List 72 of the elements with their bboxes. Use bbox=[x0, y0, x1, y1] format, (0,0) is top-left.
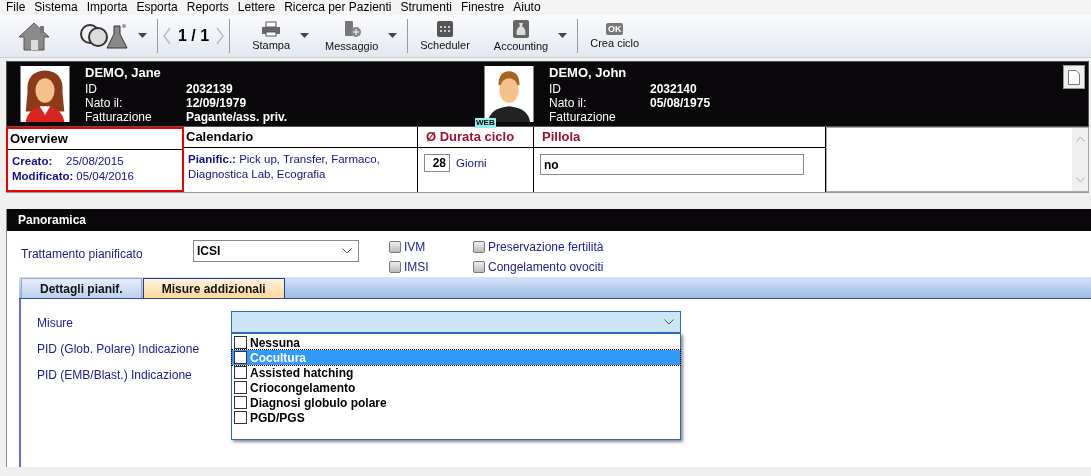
panel-title: Panoramica bbox=[7, 209, 1091, 231]
toolbar-button[interactable]: OK Crea ciclo bbox=[582, 23, 648, 49]
field-value: 05/04/2016 bbox=[76, 169, 134, 184]
field-label: ID bbox=[549, 82, 562, 96]
section-title: Calendario bbox=[184, 127, 417, 148]
menu-item[interactable]: Esporta bbox=[134, 0, 185, 15]
field-value: 2032140 bbox=[650, 82, 697, 96]
menu-item[interactable]: Ricerca per Pazienti bbox=[282, 0, 399, 15]
caret-icon[interactable] bbox=[300, 33, 310, 39]
field-value: 25/08/2015 bbox=[66, 154, 124, 169]
field-label: Trattamento pianificato bbox=[21, 247, 144, 261]
field-label: Misure bbox=[37, 316, 74, 332]
printer-icon[interactable] bbox=[261, 21, 282, 37]
treatment-dropdown[interactable]: ICSI bbox=[193, 240, 359, 262]
schedule-text: Pianific.: Pick up, Transfer, Farmaco, Diagnostica Lab, Ecografia bbox=[188, 152, 381, 182]
toolbar-button[interactable]: Scheduler bbox=[412, 21, 478, 51]
field-value: 05/08/1975 bbox=[650, 96, 711, 110]
menu-item[interactable]: File bbox=[4, 0, 33, 15]
field-label: ID bbox=[85, 82, 98, 96]
field-label: Modificato: bbox=[12, 169, 74, 184]
field-value: 12/09/1979 bbox=[186, 96, 247, 110]
caret-icon[interactable] bbox=[388, 33, 398, 39]
list-item[interactable]: Criocongelamento bbox=[232, 380, 680, 395]
document-button[interactable] bbox=[1063, 65, 1085, 89]
caret-icon[interactable] bbox=[558, 33, 568, 39]
list-item[interactable]: PGD/PGS bbox=[232, 410, 680, 425]
toolbar-button[interactable]: Stampa bbox=[244, 21, 299, 51]
web-badge: WEB bbox=[475, 118, 496, 128]
menu-item[interactable]: Strumenti bbox=[398, 0, 459, 15]
home-icon[interactable] bbox=[16, 20, 52, 52]
chevron-down-icon[interactable] bbox=[664, 319, 674, 325]
pill-field[interactable]: no bbox=[540, 154, 804, 175]
field-value: Pagante/ass. priv. bbox=[186, 110, 288, 124]
field-value: 2032139 bbox=[186, 82, 233, 96]
menu-item[interactable]: Aiuto bbox=[511, 0, 548, 15]
list-item[interactable]: Nessuna bbox=[232, 335, 680, 350]
field-label: PID (EMB/Blast.) Indicazione bbox=[37, 368, 193, 384]
toolbar-button[interactable]: Accounting bbox=[485, 20, 557, 52]
measures-dropdown[interactable] bbox=[231, 311, 681, 333]
calendar-grid-icon[interactable] bbox=[437, 21, 454, 37]
patient-name: DEMO, Jane bbox=[85, 66, 162, 80]
caret-icon[interactable] bbox=[138, 33, 147, 39]
checkbox-option[interactable]: Congelamento ovociti bbox=[473, 257, 604, 277]
section-title: Ø Durata ciclo bbox=[418, 127, 533, 148]
toolbar-button[interactable]: Messaggio bbox=[317, 20, 387, 52]
menu-item[interactable]: Finestre bbox=[458, 0, 512, 15]
field-label: Nato il: bbox=[549, 96, 588, 110]
field-label: Fatturazione bbox=[85, 110, 153, 124]
list-item[interactable]: Diagnosi globulo polare bbox=[232, 395, 680, 410]
document-icon[interactable] bbox=[1068, 69, 1080, 85]
section-title: Pillola bbox=[534, 127, 825, 148]
tab[interactable]: Misure addizionali bbox=[142, 278, 285, 298]
patient-name: DEMO, John bbox=[549, 66, 628, 80]
menu-item[interactable]: Importa bbox=[84, 0, 135, 15]
menu-item[interactable]: Lettere bbox=[235, 0, 283, 15]
unit-label: Giorni bbox=[456, 157, 487, 169]
field-label: Creato: bbox=[12, 154, 54, 169]
checkbox-option[interactable]: IVM bbox=[389, 237, 473, 257]
section-title: Overview bbox=[8, 129, 182, 150]
field-label: Fatturazione bbox=[549, 110, 617, 124]
field-label: Nato il: bbox=[85, 96, 124, 110]
list-item[interactable]: Assisted hatching bbox=[232, 365, 680, 380]
checkbox-option[interactable]: IMSI bbox=[389, 257, 473, 277]
menu-item[interactable]: Sistema bbox=[32, 0, 85, 15]
money-bag-icon[interactable] bbox=[513, 20, 530, 38]
menu-item[interactable]: Reports bbox=[184, 0, 236, 15]
checkbox-option[interactable]: Preservazione fertilità bbox=[473, 237, 604, 257]
chevron-down-icon[interactable] bbox=[342, 248, 352, 254]
page-counter: 1 / 1 bbox=[178, 27, 210, 45]
field-label: PID (Glob. Polare) Indicazione bbox=[37, 342, 201, 358]
tab[interactable]: Dettagli pianif. bbox=[21, 278, 142, 298]
duration-field[interactable]: 28 bbox=[424, 154, 450, 172]
